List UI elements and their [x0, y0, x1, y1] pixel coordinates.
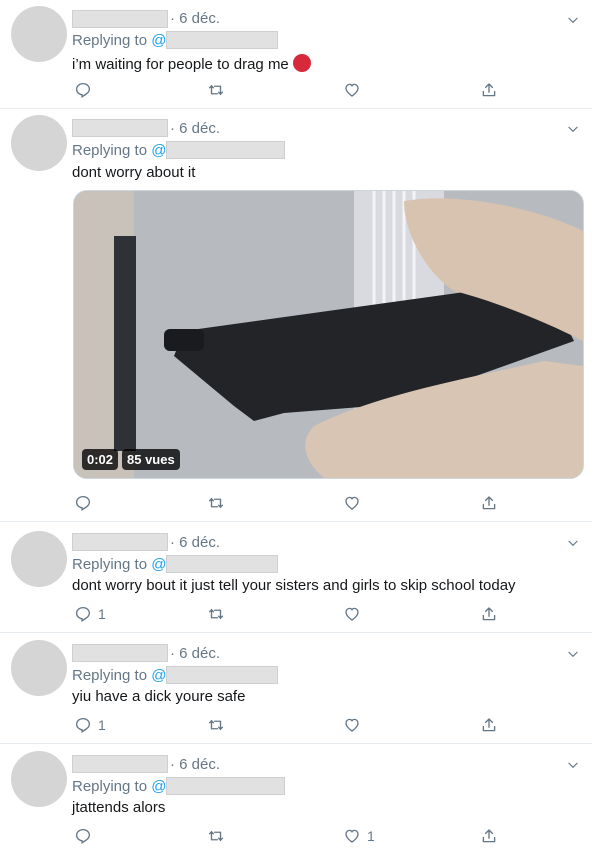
- heart-icon: [343, 494, 361, 512]
- like-button[interactable]: [343, 715, 367, 735]
- tweet[interactable]: · 6 déc. Replying to @ i’m waiting for p…: [0, 0, 592, 109]
- retweet-icon: [207, 716, 225, 734]
- tweet-text: jtattends alors: [72, 799, 166, 816]
- replying-to: Replying to @: [72, 778, 167, 795]
- video-thumbnail: [74, 191, 583, 478]
- avatar[interactable]: [11, 115, 67, 171]
- like-button[interactable]: [343, 493, 367, 513]
- video-player[interactable]: 0:02 85 vues: [73, 190, 584, 479]
- chevron-down-icon[interactable]: [566, 536, 580, 550]
- reply-icon: [74, 605, 92, 623]
- tweet-date[interactable]: · 6 déc.: [170, 120, 220, 137]
- redacted-mention: [166, 31, 278, 49]
- tweet-actions: 1: [0, 826, 592, 846]
- avatar[interactable]: [11, 640, 67, 696]
- heart-icon: [343, 827, 361, 845]
- redacted-mention: [166, 141, 285, 159]
- tweet-text: yiu have a dick youre safe: [72, 688, 246, 705]
- redacted-username: [72, 119, 168, 137]
- redacted-mention: [166, 666, 278, 684]
- mention-link[interactable]: @: [151, 32, 166, 49]
- chevron-down-icon[interactable]: [566, 13, 580, 27]
- heart-icon: [343, 81, 361, 99]
- redacted-mention: [166, 777, 285, 795]
- redacted-username: [72, 10, 168, 28]
- retweet-button[interactable]: [207, 80, 225, 100]
- angry-face-icon: [292, 54, 311, 72]
- replying-to: Replying to @: [72, 142, 167, 159]
- tweet[interactable]: · 6 déc. Replying to @ dont worry about …: [0, 109, 592, 522]
- tweet-text: dont worry about it: [72, 164, 196, 181]
- like-button[interactable]: [343, 80, 367, 100]
- retweet-icon: [207, 605, 225, 623]
- reply-button[interactable]: [74, 80, 98, 100]
- tweet-date[interactable]: · 6 déc.: [170, 10, 220, 27]
- retweet-icon: [207, 81, 225, 99]
- tweet[interactable]: · 6 déc. Replying to @ jtattends alors 1: [0, 744, 592, 855]
- share-button[interactable]: [480, 715, 498, 735]
- share-icon: [480, 716, 498, 734]
- retweet-button[interactable]: [207, 493, 225, 513]
- share-icon: [480, 81, 498, 99]
- reply-icon: [74, 716, 92, 734]
- heart-icon: [343, 605, 361, 623]
- share-icon: [480, 605, 498, 623]
- redacted-username: [72, 644, 168, 662]
- like-button[interactable]: [343, 604, 367, 624]
- reply-button[interactable]: [74, 493, 98, 513]
- tweet-actions: 1: [0, 604, 592, 624]
- avatar[interactable]: [11, 751, 67, 807]
- share-icon: [480, 494, 498, 512]
- share-button[interactable]: [480, 826, 498, 846]
- tweet[interactable]: · 6 déc. Replying to @ yiu have a dick y…: [0, 633, 592, 744]
- tweet-actions: 1: [0, 715, 592, 735]
- avatar[interactable]: [11, 6, 67, 62]
- share-button[interactable]: [480, 604, 498, 624]
- video-views: 85 vues: [122, 449, 180, 470]
- reply-icon: [74, 81, 92, 99]
- mention-link[interactable]: @: [151, 142, 166, 159]
- tweet-date[interactable]: · 6 déc.: [170, 534, 220, 551]
- retweet-button[interactable]: [207, 715, 225, 735]
- retweet-icon: [207, 827, 225, 845]
- tweet[interactable]: · 6 déc. Replying to @ dont worry bout i…: [0, 522, 592, 633]
- mention-link[interactable]: @: [151, 778, 166, 795]
- retweet-button[interactable]: [207, 826, 225, 846]
- replying-to: Replying to @: [72, 556, 167, 573]
- tweet-actions: [0, 493, 592, 513]
- retweet-icon: [207, 494, 225, 512]
- tweet-date[interactable]: · 6 déc.: [170, 645, 220, 662]
- avatar[interactable]: [11, 531, 67, 587]
- reply-icon: [74, 494, 92, 512]
- mention-link[interactable]: @: [151, 667, 166, 684]
- reply-button[interactable]: [74, 826, 98, 846]
- reply-button[interactable]: 1: [74, 604, 106, 624]
- share-button[interactable]: [480, 80, 498, 100]
- reply-icon: [74, 827, 92, 845]
- like-button[interactable]: 1: [343, 826, 375, 846]
- replying-to: Replying to @: [72, 667, 167, 684]
- redacted-username: [72, 533, 168, 551]
- retweet-button[interactable]: [207, 604, 225, 624]
- tweet-date[interactable]: · 6 déc.: [170, 756, 220, 773]
- share-button[interactable]: [480, 493, 498, 513]
- heart-icon: [343, 716, 361, 734]
- reply-button[interactable]: 1: [74, 715, 106, 735]
- chevron-down-icon[interactable]: [566, 122, 580, 136]
- chevron-down-icon[interactable]: [566, 647, 580, 661]
- replying-to: Replying to @: [72, 32, 167, 49]
- mention-link[interactable]: @: [151, 556, 166, 573]
- video-duration: 0:02: [82, 449, 119, 470]
- redacted-username: [72, 755, 168, 773]
- share-icon: [480, 827, 498, 845]
- tweet-text: dont worry bout it just tell your sister…: [72, 577, 516, 594]
- tweet-actions: [0, 80, 592, 100]
- redacted-mention: [166, 555, 278, 573]
- chevron-down-icon[interactable]: [566, 758, 580, 772]
- tweet-text: i’m waiting for people to drag me: [72, 54, 311, 73]
